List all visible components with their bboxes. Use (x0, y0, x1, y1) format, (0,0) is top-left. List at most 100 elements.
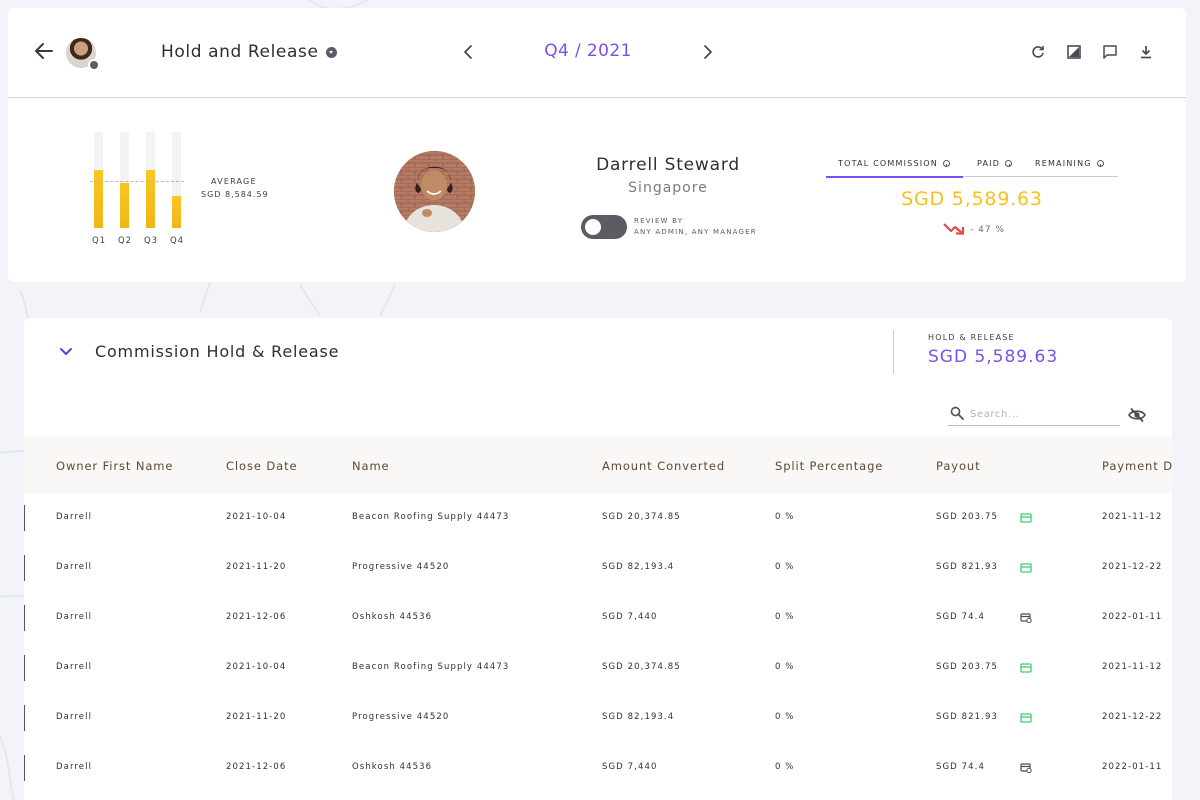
card-paid-icon[interactable] (1020, 563, 1032, 573)
card-paid-icon[interactable] (1020, 513, 1032, 523)
bar-q3[interactable] (146, 170, 155, 228)
table-cell: 0 % (775, 662, 795, 672)
bar-track (146, 132, 155, 228)
bar-track (172, 132, 181, 228)
table-cell: Oshkosh 44536 (352, 762, 433, 772)
table-cell: SGD 203.75 (936, 512, 998, 522)
table-cell: 2021-10-04 (226, 512, 287, 522)
column-header[interactable]: Amount Converted (602, 459, 725, 473)
table-cell: Darrell (56, 562, 93, 572)
table-row[interactable]: Darrell 2021-10-04 Beacon Roofing Supply 4… (24, 493, 1172, 543)
trend-down-icon (943, 223, 965, 235)
hold-release-card: Commission Hold & Release HOLD & RELEASE… (24, 318, 1172, 800)
review-toggle[interactable] (581, 215, 627, 239)
bar-q4[interactable] (172, 196, 181, 228)
bar-q1[interactable] (94, 170, 103, 228)
tab-remaining[interactable]: REMAINING (1035, 159, 1104, 168)
info-icon[interactable] (942, 160, 950, 167)
bar-label: Q3 (143, 236, 159, 246)
next-period-icon[interactable] (702, 44, 714, 60)
table-row[interactable]: Darrell 2021-11-20 Progressive 44520 SGD 82… (24, 543, 1172, 593)
card-paid-icon[interactable] (1020, 663, 1032, 673)
avatar-menu-icon[interactable] (88, 59, 100, 71)
average-title: AVERAGE (211, 177, 257, 186)
hold-release-label: HOLD & RELEASE (928, 333, 1015, 342)
bar-label: Q1 (91, 236, 107, 246)
commission-amount: SGD 5,589.63 (901, 188, 1043, 210)
page-title: Hold and Release (161, 42, 319, 62)
table-row[interactable]: Darrell 2021-11-20 Progressive 44520 SGD 82… (24, 693, 1172, 743)
column-header[interactable]: Split Percentage (775, 459, 883, 473)
person-location: Singapore (628, 180, 708, 196)
profile-photo (394, 151, 475, 232)
table-cell: 2021-11-20 (226, 712, 287, 722)
person-name: Darrell Steward (596, 155, 740, 175)
comment-icon[interactable] (1102, 44, 1118, 60)
row-marker (24, 605, 25, 631)
tab-label: PAID (977, 159, 1001, 168)
hold-release-value: SGD 5,589.63 (928, 347, 1059, 367)
toggle-knob (585, 219, 601, 235)
table-cell: SGD 82,193.4 (602, 712, 675, 722)
table-cell: 2021-11-12 (1102, 662, 1163, 672)
table-cell: 0 % (775, 762, 795, 772)
table-cell: Darrell (56, 612, 93, 622)
table-cell: Beacon Roofing Supply 44473 (352, 662, 510, 672)
table-cell: 0 % (775, 512, 795, 522)
commission-tabs: TOTAL COMMISSION PAID REMAINING (826, 153, 1118, 178)
search-icon (950, 406, 964, 420)
info-icon[interactable] (1096, 160, 1104, 167)
table-cell: Progressive 44520 (352, 562, 450, 572)
tab-paid[interactable]: PAID (977, 159, 1013, 168)
table-row[interactable]: Darrell 2021-10-04 Beacon Roofing Supply 4… (24, 643, 1172, 693)
table-cell: SGD 74.4 (936, 612, 985, 622)
table-cell: 2021-11-20 (226, 562, 287, 572)
column-header[interactable]: Close Date (226, 459, 297, 473)
row-marker (24, 705, 25, 731)
search-input[interactable] (970, 405, 1116, 423)
table-cell: 2022-01-11 (1102, 612, 1163, 622)
card-paid-icon[interactable] (1020, 713, 1032, 723)
tab-total-commission[interactable]: TOTAL COMMISSION (838, 159, 950, 168)
column-header[interactable]: Payment Date (1102, 459, 1172, 473)
table-cell: Darrell (56, 662, 93, 672)
tab-label: TOTAL COMMISSION (838, 159, 938, 168)
download-icon[interactable] (1138, 44, 1154, 60)
tab-label: REMAINING (1035, 159, 1092, 168)
table-cell: SGD 7,440 (602, 762, 658, 772)
table-cell: Darrell (56, 512, 93, 522)
column-header[interactable]: Name (352, 459, 390, 473)
period-selector[interactable]: Q4 / 2021 (528, 41, 648, 61)
bar-label: Q2 (117, 236, 133, 246)
table-cell: Darrell (56, 712, 93, 722)
table-cell: Beacon Roofing Supply 44473 (352, 512, 510, 522)
table-cell: SGD 821.93 (936, 712, 998, 722)
bar-track (94, 132, 103, 228)
chevron-down-icon[interactable] (58, 346, 74, 358)
previous-period-icon[interactable] (462, 44, 474, 60)
divider (893, 330, 894, 374)
table-row[interactable]: Darrell 2021-12-06 Oshkosh 44536 SGD 7,440 0… (24, 593, 1172, 643)
quarterly-bar-chart: Q1 Q2 Q3 Q4 (82, 132, 192, 256)
info-icon[interactable] (1005, 160, 1013, 167)
column-header[interactable]: Payout (936, 459, 981, 473)
refresh-icon[interactable] (1030, 44, 1046, 60)
table-cell: 0 % (775, 712, 795, 722)
card-pending-icon[interactable] (1020, 763, 1032, 773)
table-cell: 2021-11-12 (1102, 512, 1163, 522)
bar-q2[interactable] (120, 183, 129, 228)
column-header[interactable]: Owner First Name (56, 459, 173, 473)
table-cell: 0 % (775, 562, 795, 572)
table-cell: Darrell (56, 762, 93, 772)
back-arrow-icon[interactable] (32, 39, 56, 63)
title-dropdown-icon[interactable] (326, 47, 337, 58)
card-pending-icon[interactable] (1020, 613, 1032, 623)
hide-columns-icon[interactable] (1128, 407, 1146, 423)
bar-label: Q4 (169, 236, 185, 246)
section-title: Commission Hold & Release (95, 342, 340, 361)
active-tab-indicator (826, 176, 963, 178)
image-icon[interactable] (1066, 44, 1082, 60)
table-row[interactable]: Darrell 2021-12-06 Oshkosh 44536 SGD 7,440 0… (24, 743, 1172, 793)
average-line (90, 181, 184, 183)
profile-summary-card: Hold and Release Q4 / 2021 Q1 Q2 Q3 Q4 AVER… (8, 8, 1186, 282)
